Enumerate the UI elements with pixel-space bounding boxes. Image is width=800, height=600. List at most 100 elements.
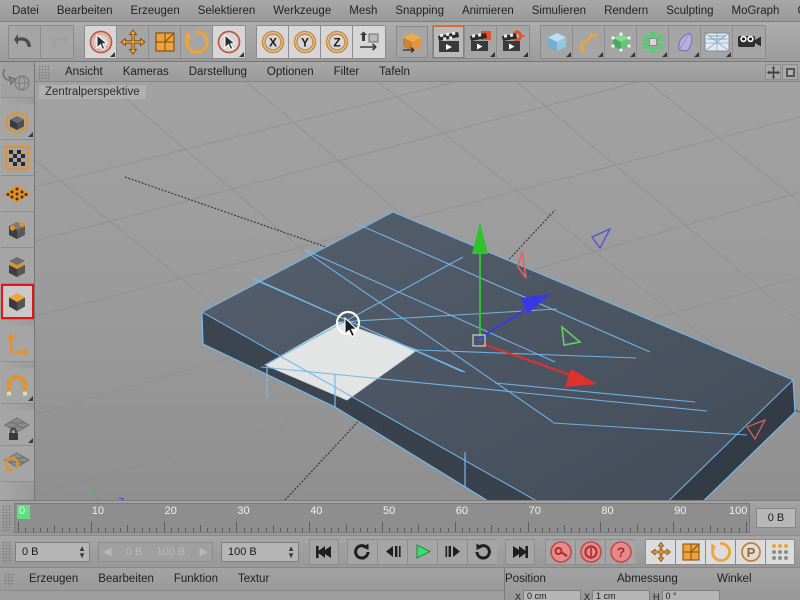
toolbar-group-render-buttons [432,24,530,59]
sidebar-item-polygon-tool[interactable] [0,284,34,320]
sidebar-item-workplane-rotate[interactable] [0,446,34,482]
sidebar-item-lock-workplane[interactable] [0,410,34,446]
viewport-menu-tafeln[interactable]: Tafeln [369,62,420,82]
viewport-menu-kameras[interactable]: Kameras [113,62,179,82]
menu-item-animieren[interactable]: Animieren [453,0,523,21]
bottom-menu-bearbeiten[interactable]: Bearbeiten [88,573,164,585]
preview-range-field[interactable]: ◀ 0 B 100 B ▶ [98,541,213,562]
timeline-tick [629,528,631,532]
axis-y-button[interactable]: Y [289,25,321,58]
timeline-grip[interactable] [2,505,12,531]
viewport-zoom-button[interactable] [782,64,798,80]
next-frame-button[interactable] [437,538,467,565]
record-keyframe-button[interactable] [545,538,575,565]
viewport-menu-ansicht[interactable]: Ansicht [55,62,113,82]
sidebar-item-texture-mode[interactable] [0,140,34,176]
live-selection-button[interactable] [85,25,117,58]
key-parameter-button[interactable]: P [735,538,765,565]
timeline-tick [578,528,580,532]
redo-button[interactable] [41,25,73,58]
previous-frame-button[interactable] [377,538,407,565]
autokeying-button[interactable] [575,538,605,565]
material-manager-content[interactable] [0,590,504,600]
rotate-world-icon [2,66,32,94]
sidebar-item-polygon-mode[interactable] [0,248,34,284]
sidebar-item-points-mode[interactable] [0,176,34,212]
menu-item-mograph[interactable]: MoGraph [723,0,789,21]
sidebar-item-axis-modification[interactable] [0,326,34,362]
menu-item-erzeugen[interactable]: Erzeugen [121,0,188,21]
transport-grip[interactable] [2,540,12,563]
timeline-tick [105,528,107,532]
panel-grip[interactable] [38,64,50,79]
key-position-button[interactable] [645,538,675,565]
selection-mode-button[interactable] [213,25,245,58]
menu-item-datei[interactable]: Datei [0,0,48,21]
viewport-3d-canvas[interactable]: Y X Z Zentralperspektive [35,82,800,500]
axis-x-button[interactable]: X [257,25,289,58]
size-x-field[interactable]: 1 cm [592,590,651,600]
render-region-button[interactable] [465,25,497,58]
panel-grip[interactable] [4,572,14,586]
bottom-menu-textur[interactable]: Textur [228,573,279,585]
play-button[interactable] [407,538,437,565]
rotate-tool-button[interactable] [181,25,213,58]
menu-item-simulieren[interactable]: Simulieren [523,0,595,21]
current-frame-field[interactable]: 0 B ▲ ▼ [15,541,90,562]
bottom-menu-erzeugen[interactable]: Erzeugen [19,573,88,585]
menu-item-snapping[interactable]: Snapping [386,0,453,21]
sidebar-item-edges-mode[interactable] [0,212,34,248]
viewport-pan-button[interactable] [765,64,781,80]
sidebar-item-model-mode[interactable] [0,104,34,140]
world-coordinates-button[interactable] [353,25,385,58]
timeline-tick [411,528,413,532]
timeline-end-field[interactable]: 0 B [756,508,796,528]
range-left-arrow-icon[interactable]: ◀ [103,545,111,558]
range-right-arrow-icon[interactable]: ▶ [200,545,208,558]
rotation-h-field[interactable]: 0 ° [661,590,720,600]
menu-item-selektieren[interactable]: Selektieren [189,0,265,21]
render-settings-button[interactable] [497,25,529,58]
cube-object-button[interactable] [396,25,428,58]
cube-primitive-button[interactable] [541,25,573,58]
spline-button[interactable] [573,25,605,58]
spline-icon [577,30,601,54]
keyframe-selection-button[interactable]: ? [605,538,635,565]
axis-z-button[interactable]: Z [321,25,353,58]
array-object-button[interactable] [637,25,669,58]
menu-item-charakter[interactable]: Charakter [788,0,800,21]
bend-deformer-button[interactable] [669,25,701,58]
spinner-icon[interactable]: ▲ ▼ [287,544,295,559]
viewport-menu-optionen[interactable]: Optionen [257,62,324,82]
bottom-menu-funktion[interactable]: Funktion [164,573,228,585]
undo-button[interactable] [9,25,41,58]
loop-button[interactable] [347,538,377,565]
sidebar-item-enable-snap[interactable] [0,368,34,404]
position-x-field[interactable]: 0 cm [523,590,582,600]
max-frame-field[interactable]: 100 B ▲ ▼ [221,541,299,562]
viewport-menu-filter[interactable]: Filter [324,62,370,82]
key-pla-button[interactable] [765,538,795,565]
menu-item-mesh[interactable]: Mesh [340,0,386,21]
go-to-end-button[interactable] [505,538,535,565]
play-backwards-button[interactable] [467,538,497,565]
key-scale-button[interactable] [675,538,705,565]
camera-button[interactable] [733,25,765,58]
sidebar-item-make-editable[interactable] [0,62,34,98]
viewport-menu-darstellung[interactable]: Darstellung [179,62,257,82]
floor-environment-button[interactable] [701,25,733,58]
go-to-start-button[interactable] [309,538,339,565]
hypernurbs-button[interactable] [605,25,637,58]
menu-item-werkzeuge[interactable]: Werkzeuge [264,0,340,21]
menu-item-sculpting[interactable]: Sculpting [657,0,722,21]
key-rotation-button[interactable] [705,538,735,565]
move-tool-button[interactable] [117,25,149,58]
timeline-tick [323,528,325,532]
menu-item-bearbeiten[interactable]: Bearbeiten [48,0,122,21]
timeline-ruler[interactable]: 0 10 20 30 40 50 60 70 80 90 100 [14,503,750,533]
menu-item-rendern[interactable]: Rendern [595,0,657,21]
render-view-button[interactable] [433,25,465,58]
scale-tool-button[interactable] [149,25,181,58]
spinner-icon[interactable]: ▲ ▼ [78,544,86,559]
timeline-tick [432,528,434,532]
